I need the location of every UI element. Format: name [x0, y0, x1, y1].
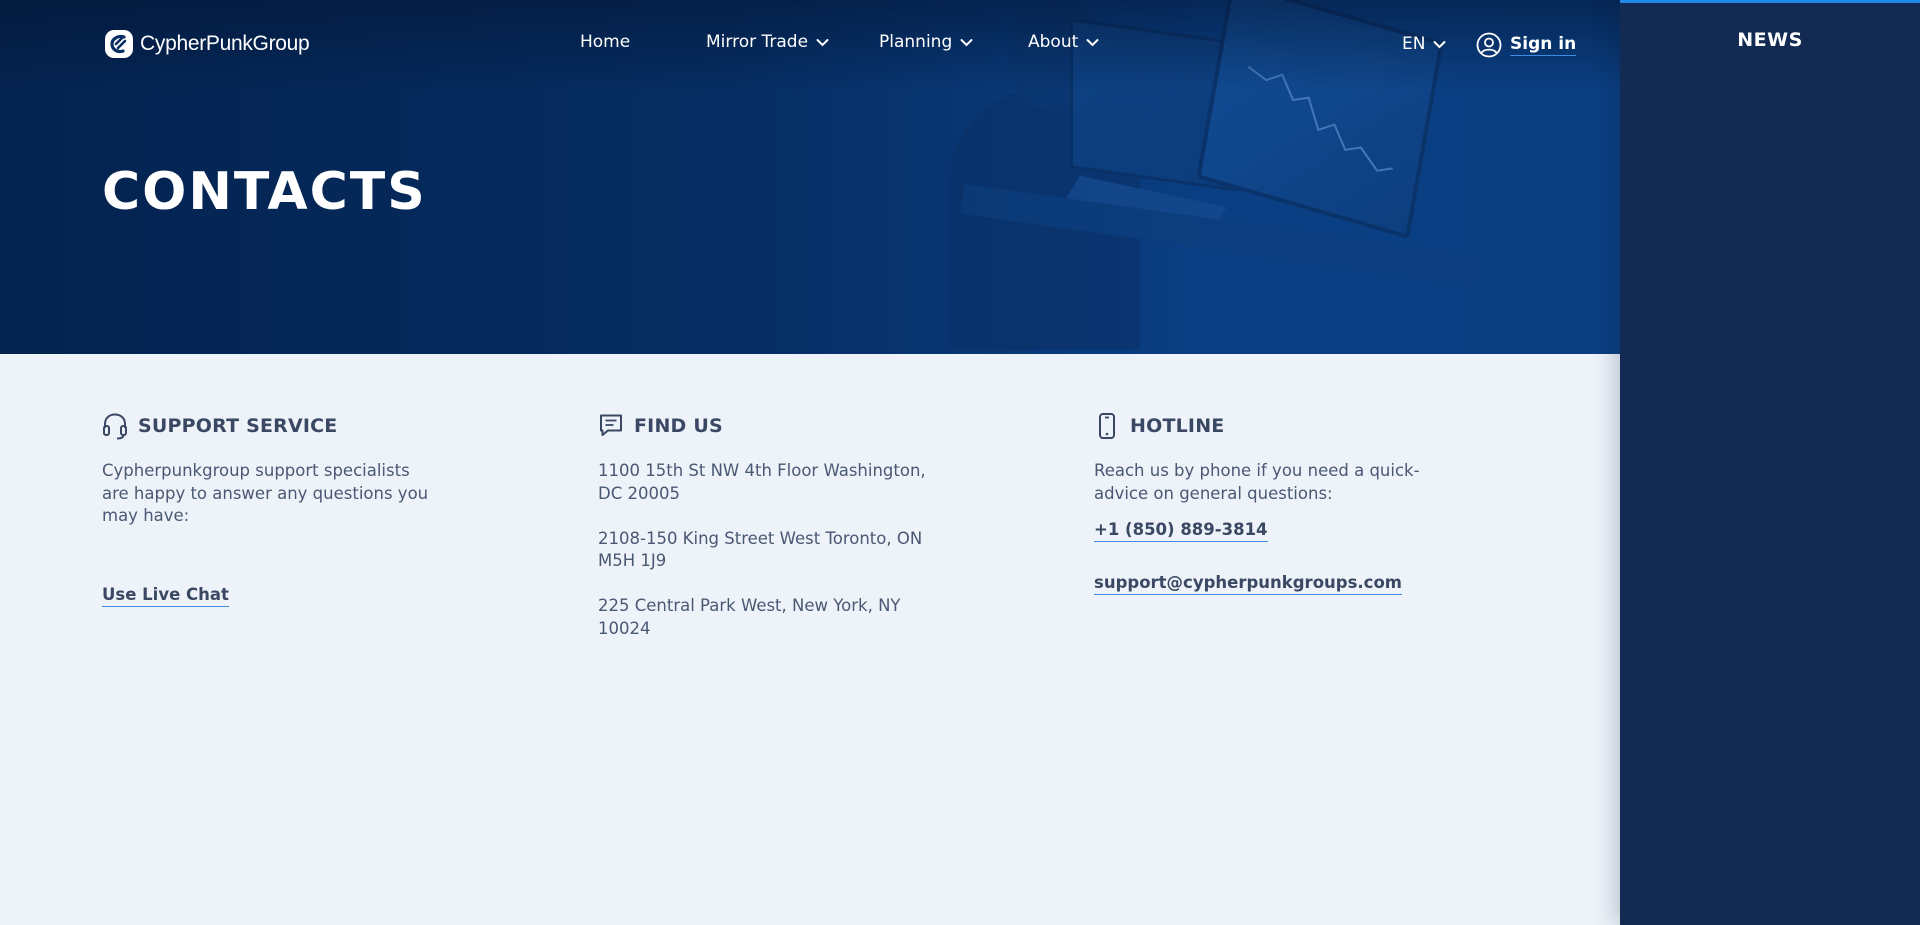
- chevron-down-icon: [1086, 38, 1099, 46]
- hotline-section: HOTLINE Reach us by phone if you need a …: [1094, 412, 1494, 595]
- section-title: SUPPORT SERVICE: [138, 415, 338, 437]
- hotline-description: Reach us by phone if you need a quick-ad…: [1094, 461, 1420, 503]
- chevron-down-icon: [816, 38, 829, 46]
- nav-item-home[interactable]: Home: [580, 32, 630, 52]
- nav-item-planning[interactable]: Planning: [879, 32, 973, 52]
- language-label: EN: [1402, 34, 1426, 54]
- email-link[interactable]: support@cypherpunkgroups.com: [1094, 573, 1402, 595]
- user-icon: [1476, 32, 1502, 58]
- phone-link[interactable]: +1 (850) 889-3814: [1094, 520, 1268, 542]
- contacts-content: SUPPORT SERVICE Cypherpunkgroup support …: [0, 354, 1620, 925]
- address-toronto: 2108-150 King Street West Toronto, ON M5…: [598, 528, 923, 571]
- address-washington: 1100 15th St NW 4th Floor Washington, DC…: [598, 461, 926, 503]
- page-title: CONTACTS: [102, 162, 427, 222]
- chevron-down-icon: [960, 38, 973, 46]
- nav-item-about[interactable]: About: [1028, 32, 1099, 52]
- support-description: Cypherpunkgroup support specialists are …: [102, 461, 429, 525]
- sign-in-button[interactable]: Sign in: [1476, 32, 1577, 58]
- find-us-section: FIND US 1100 15th St NW 4th Floor Washin…: [598, 412, 998, 663]
- language-selector[interactable]: EN: [1402, 34, 1446, 54]
- address-new-york: 225 Central Park West, New York, NY 1002…: [598, 596, 901, 638]
- section-title: FIND US: [634, 415, 723, 437]
- news-sidebar: NEWS: [1620, 0, 1920, 925]
- cypherpunk-logo-icon: [105, 30, 133, 58]
- sign-in-label: Sign in: [1510, 34, 1577, 56]
- nav-item-label: About: [1028, 32, 1079, 52]
- brand-name: CypherPunkGroup: [140, 32, 310, 55]
- live-chat-link[interactable]: Use Live Chat: [102, 585, 229, 607]
- chat-icon: [600, 414, 622, 436]
- nav-item-label: Home: [580, 32, 631, 52]
- support-service-section: SUPPORT SERVICE Cypherpunkgroup support …: [102, 412, 502, 607]
- nav-item-label: Mirror Trade: [706, 32, 809, 52]
- section-title: HOTLINE: [1130, 415, 1225, 437]
- news-title: NEWS: [1737, 29, 1803, 51]
- chevron-down-icon: [1433, 40, 1446, 48]
- nav-item-label: Planning: [879, 32, 953, 52]
- brand-logo[interactable]: CypherPunkGroup: [102, 27, 310, 61]
- headset-icon: [103, 413, 127, 440]
- phone-icon: [1099, 413, 1115, 439]
- nav-item-mirror-trade[interactable]: Mirror Trade: [706, 32, 829, 52]
